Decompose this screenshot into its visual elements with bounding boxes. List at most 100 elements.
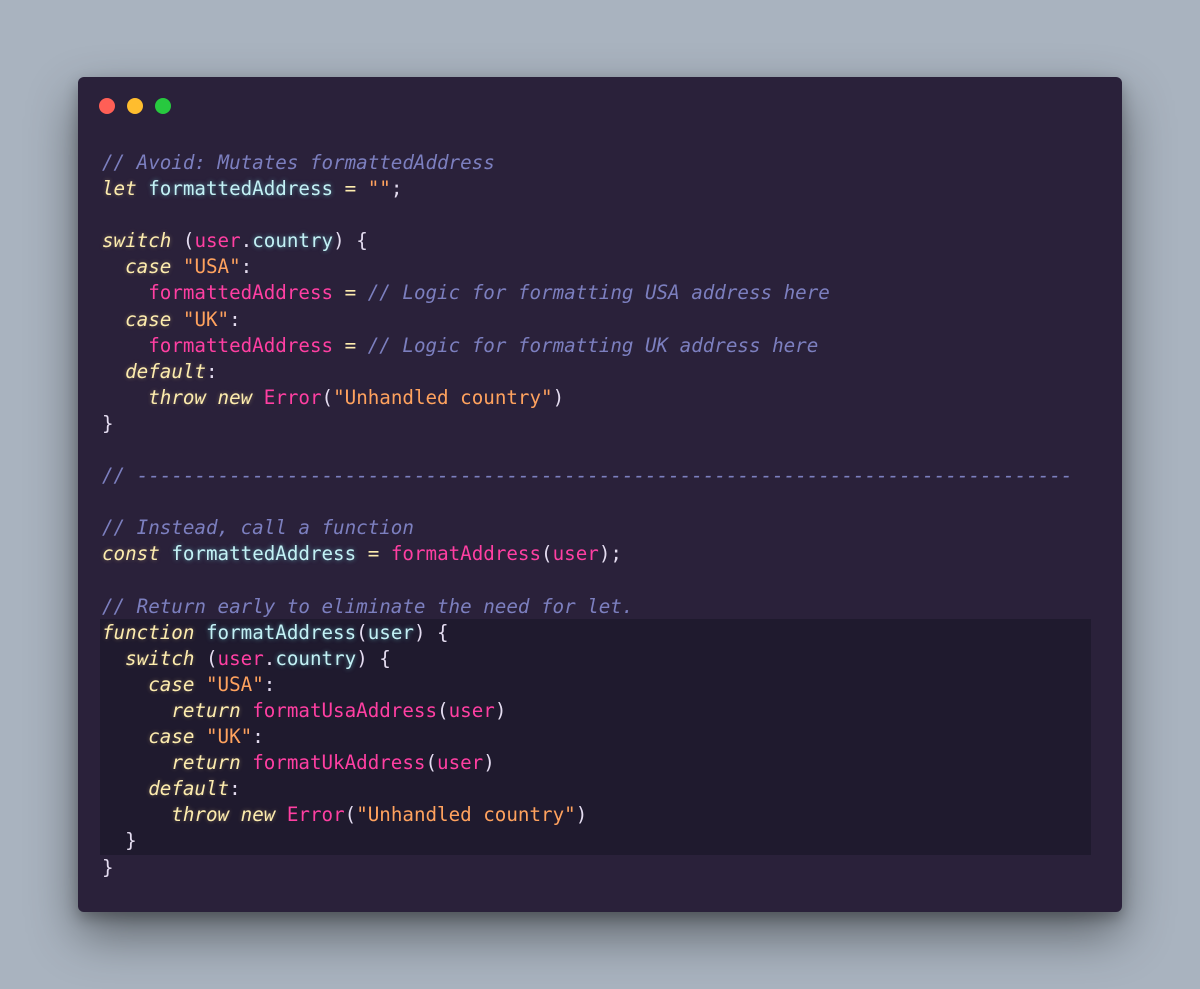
- comment-token: // Logic for formatting USA address here: [367, 281, 830, 305]
- keyword-token: throw: [171, 803, 230, 827]
- punctuation-token: ) {: [356, 646, 391, 670]
- code-line: throw new Error("Unhandled country"): [102, 385, 1072, 411]
- keyword-token: default: [125, 359, 206, 383]
- minimize-window-button[interactable]: [127, 98, 143, 114]
- close-window-button[interactable]: [99, 98, 115, 114]
- punctuation-token: :: [263, 672, 276, 696]
- code-line: }: [102, 828, 1072, 854]
- identifier-token: formatAddress: [205, 620, 357, 644]
- punctuation-token: ): [483, 751, 495, 775]
- code-line: case "USA":: [102, 672, 1072, 698]
- string-token: "UK": [206, 725, 253, 749]
- punctuation-token: ): [575, 803, 588, 827]
- code-line: }: [102, 411, 1072, 437]
- function-call-token: formatAddress: [390, 542, 542, 566]
- variable-token: user: [217, 646, 264, 670]
- code-line: case "UK":: [102, 724, 1072, 750]
- code-line: default:: [102, 776, 1072, 802]
- code-line: // Return early to eliminate the need fo…: [102, 594, 1072, 620]
- code-line: case "USA":: [102, 254, 1072, 280]
- punctuation-token: (: [541, 542, 553, 566]
- keyword-token: let: [102, 177, 137, 201]
- punctuation-token: (: [321, 385, 334, 409]
- string-token: "USA": [182, 255, 241, 279]
- comment-token: // Logic for formatting UK address here: [367, 333, 819, 357]
- punctuation-token: (: [182, 229, 195, 253]
- variable-token: user: [552, 542, 599, 566]
- identifier-token: formattedAddress: [148, 177, 334, 201]
- code-line: formattedAddress = // Logic for formatti…: [102, 333, 1072, 359]
- function-call-token: formatUsaAddress: [252, 698, 438, 722]
- keyword-token: case: [148, 725, 195, 749]
- keyword-token: case: [125, 255, 172, 279]
- keyword-token: return: [171, 698, 241, 722]
- operator-token: =: [344, 281, 357, 305]
- keyword-token: new: [240, 803, 276, 827]
- punctuation-token: :: [229, 307, 241, 331]
- punctuation-token: ;: [390, 177, 403, 201]
- code-line: let formattedAddress = "";: [102, 176, 1072, 202]
- variable-token: user: [194, 229, 241, 253]
- punctuation-token: );: [598, 542, 622, 566]
- punctuation-token: }: [102, 855, 114, 879]
- punctuation-token: :: [240, 255, 253, 279]
- code-line: ​: [102, 568, 1072, 594]
- code-line: // Instead, call a function: [102, 515, 1072, 541]
- punctuation-token: (: [344, 803, 357, 827]
- punctuation-token: .: [263, 646, 276, 670]
- code-line: switch (user.country) {: [102, 228, 1072, 254]
- property-token: country: [252, 229, 334, 253]
- string-token: "Unhandled country": [356, 803, 576, 827]
- property-token: country: [275, 646, 357, 670]
- punctuation-token: }: [125, 829, 137, 853]
- keyword-token: case: [125, 307, 172, 331]
- punctuation-token: ) {: [413, 620, 449, 644]
- code-line: // -------------------------------------…: [102, 463, 1072, 489]
- string-token: "USA": [206, 672, 264, 696]
- punctuation-token: (: [356, 620, 368, 644]
- class-name-token: Error: [263, 385, 322, 409]
- punctuation-token: ) {: [333, 229, 368, 253]
- code-line: default:: [102, 359, 1072, 385]
- keyword-token: throw: [148, 385, 206, 409]
- variable-token: user: [448, 698, 495, 722]
- code-line: ​: [102, 202, 1072, 228]
- code-line: return formatUkAddress(user): [102, 750, 1072, 776]
- string-token: "UK": [182, 307, 230, 331]
- comment-token: // Return early to eliminate the need fo…: [102, 594, 634, 618]
- keyword-token: return: [171, 751, 241, 775]
- keyword-token: const: [102, 542, 160, 566]
- maximize-window-button[interactable]: [155, 98, 171, 114]
- code-line: // Avoid: Mutates formattedAddress: [102, 150, 1072, 176]
- punctuation-token: (: [437, 698, 449, 722]
- code-editor: // Avoid: Mutates formattedAddress let fo…: [102, 150, 1072, 881]
- punctuation-token: }: [102, 411, 114, 435]
